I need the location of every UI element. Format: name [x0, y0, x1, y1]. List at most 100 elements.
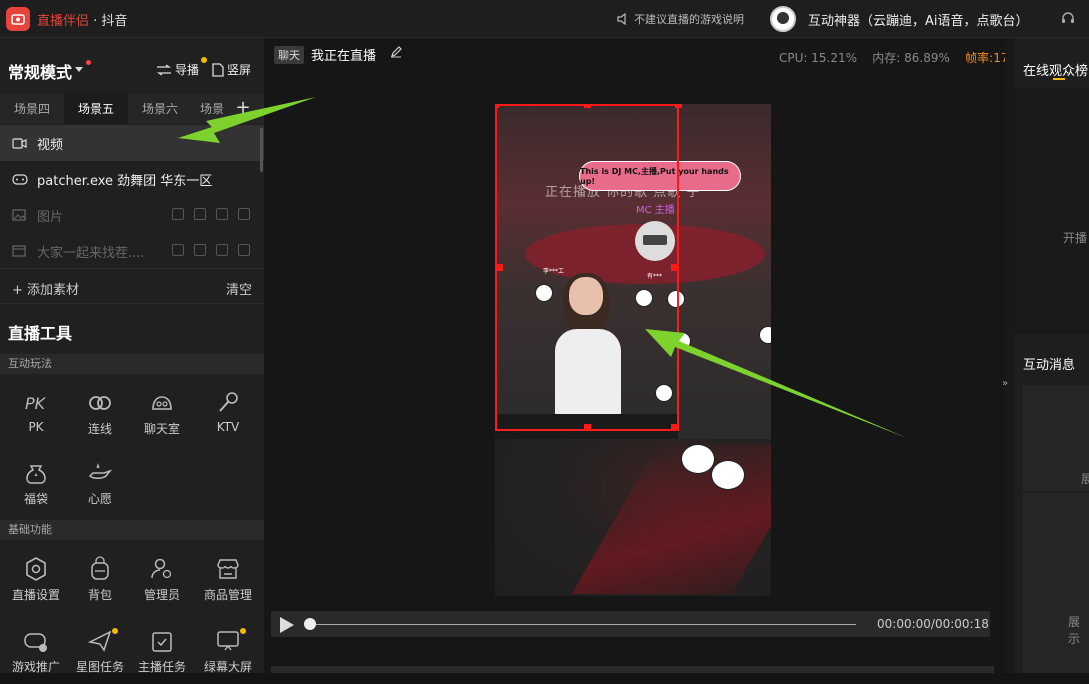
guide-badge-dot — [201, 57, 207, 63]
calendar-check-icon — [152, 632, 172, 652]
title-bar: 直播伴侣 · 抖音 不建议直播的游戏说明 互动神器（云蹦迪，Ai语音，点歌台） — [0, 0, 1089, 38]
document-icon — [212, 62, 224, 77]
memory-usage: 内存: 86.89% — [872, 51, 950, 65]
lucky-bag-tool-button[interactable]: 福袋 — [4, 460, 68, 516]
resize-handle[interactable] — [495, 104, 499, 108]
mode-row: 常规模式 导播 竖屏 — [0, 38, 264, 88]
bottom-bar — [271, 666, 994, 673]
wish-tool-button[interactable]: 心愿 — [68, 460, 132, 516]
progress-track[interactable] — [309, 624, 856, 625]
headset-icon[interactable] — [1060, 10, 1076, 26]
star-map-task-button[interactable]: 星图任务 — [68, 628, 132, 684]
backpack-button[interactable]: 背包 — [68, 556, 132, 612]
hide-icon[interactable] — [172, 244, 184, 256]
pk-tool-button[interactable]: PK PK — [4, 390, 68, 446]
resize-handle[interactable] — [671, 264, 678, 271]
link-icon — [89, 396, 111, 410]
mode-selector[interactable]: 常规模式 — [8, 59, 72, 83]
paper-plane-icon — [87, 630, 112, 652]
section-interactive: 互动玩法 — [0, 354, 264, 374]
add-material-row: + 添加素材 清空 — [0, 268, 264, 304]
admin-user-icon — [151, 558, 172, 579]
messages-panel — [1023, 385, 1089, 491]
shop-icon — [217, 559, 239, 579]
source-label: patcher.exe 劲舞团 华东一区 — [37, 173, 213, 189]
product-management-button[interactable]: 商品管理 — [196, 556, 260, 612]
playback-time: 00:00:00/00:00:18 — [877, 617, 989, 631]
gamepad-icon — [12, 172, 28, 186]
partner-avatar[interactable] — [770, 6, 796, 32]
chatroom-icon — [152, 396, 172, 410]
expand-icon[interactable]: » — [1002, 378, 1008, 389]
frame-rate: 帧率:17 — [965, 51, 1009, 65]
source-label: 图片 — [37, 209, 64, 225]
link-tool-button[interactable]: 连线 — [68, 390, 132, 446]
playback-bar: 00:00:00/00:00:18 — [271, 611, 990, 637]
source-item-image[interactable]: 图片 — [0, 197, 264, 233]
gamepad-check-icon — [24, 633, 47, 652]
magic-lamp-icon — [88, 463, 113, 479]
lock-icon[interactable] — [194, 208, 206, 220]
trash-icon[interactable] — [216, 208, 228, 220]
hide-icon[interactable] — [172, 208, 184, 220]
star-map-badge-dot — [112, 628, 118, 634]
pk-icon: PK — [25, 394, 47, 413]
live-settings-button[interactable]: 直播设置 — [4, 556, 68, 612]
screen-icon — [217, 631, 239, 651]
right-panel: 在线观众榜 开播 互动消息 展 展示 — [1015, 38, 1089, 673]
source-item-window[interactable]: 大家一起来找茬.... — [0, 233, 264, 269]
source-item-game[interactable]: patcher.exe 劲舞团 华东一区 — [0, 161, 264, 197]
speaker-icon — [617, 13, 626, 25]
ktv-tool-button[interactable]: KTV — [196, 390, 260, 446]
resize-handle[interactable] — [584, 424, 591, 431]
avatar-sticker — [681, 444, 715, 474]
add-material-button[interactable]: + 添加素材 — [12, 279, 79, 298]
panel-hint: 展 — [1081, 472, 1089, 486]
backpack-icon — [91, 556, 109, 580]
audience-list-panel: 开播 — [1015, 88, 1089, 334]
lock-icon[interactable] — [194, 244, 206, 256]
chatroom-tool-button[interactable]: 聊天室 — [130, 390, 194, 446]
settings-icon[interactable] — [238, 244, 250, 256]
avatar-sticker — [711, 460, 745, 490]
microphone-icon — [219, 392, 238, 412]
admin-button[interactable]: 管理员 — [130, 556, 194, 612]
panel-hint: 展示 — [1068, 615, 1081, 646]
vertical-screen-button[interactable]: 竖屏 — [212, 61, 251, 78]
app-title: 直播伴侣 · 抖音 — [37, 14, 128, 29]
resize-handle[interactable] — [496, 264, 503, 271]
green-screen-button[interactable]: 绿幕大屏 — [196, 628, 260, 684]
cpu-usage: CPU: 15.21% — [779, 51, 858, 65]
resize-handle[interactable] — [584, 104, 591, 108]
game-warning-link[interactable]: 不建议直播的游戏说明 — [617, 11, 744, 27]
tab-scene-4[interactable]: 场景四 — [0, 94, 64, 124]
audience-rank-tab[interactable]: 在线观众榜 — [1023, 60, 1088, 79]
lucky-bag-icon — [26, 465, 46, 484]
interaction-messages-title: 互动消息 — [1023, 358, 1076, 373]
chat-tag: 聊天 — [274, 46, 304, 64]
svg-text:PK: PK — [25, 394, 47, 413]
open-hint: 开播 — [1063, 231, 1088, 245]
tab-scene-5[interactable]: 场景五 — [64, 94, 128, 124]
trash-icon[interactable] — [216, 244, 228, 256]
window-icon — [12, 244, 28, 258]
tools-title: 直播工具 — [8, 324, 73, 343]
resize-handle[interactable] — [675, 104, 682, 108]
panel-divider[interactable] — [1005, 38, 1015, 673]
chevron-down-icon[interactable] — [75, 67, 83, 72]
guide-button[interactable]: 导播 — [156, 61, 199, 78]
clear-button[interactable]: 清空 — [226, 279, 252, 298]
image-icon — [12, 208, 28, 222]
partner-link[interactable]: 互动神器（云蹦迪，Ai语音，点歌台） — [808, 10, 1029, 29]
settings-icon[interactable] — [238, 208, 250, 220]
play-icon[interactable] — [280, 617, 294, 633]
green-screen-badge-dot — [240, 628, 246, 634]
edit-icon[interactable] — [390, 46, 402, 58]
switch-icon — [156, 63, 172, 76]
performance-stats: CPU: 15.21% 内存: 86.89% 帧率:17 — [779, 49, 1009, 66]
progress-knob[interactable] — [304, 618, 316, 630]
stream-title[interactable]: 我正在直播 — [311, 45, 376, 64]
hexagon-gear-icon — [26, 557, 46, 581]
game-promotion-button[interactable]: 游戏推广 — [4, 628, 68, 684]
host-task-button[interactable]: 主播任务 — [130, 628, 194, 684]
